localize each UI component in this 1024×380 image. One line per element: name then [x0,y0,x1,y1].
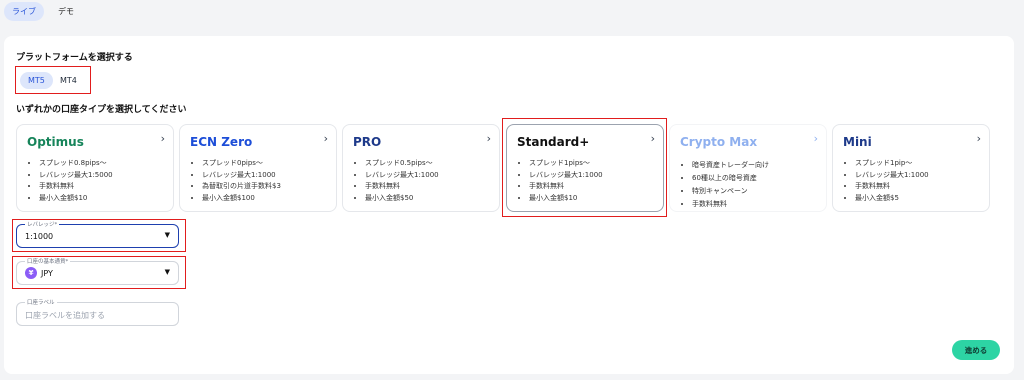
feature-item: 最小入金額$10 [39,193,113,205]
account-card-optimus[interactable]: Optimus › スプレッド0.8pips〜 レバレッジ最大1:5000 手数… [16,124,174,212]
account-label-label: 口座ラベル [25,298,57,306]
platform-mt5[interactable]: MT5 [20,72,53,89]
account-card-mini[interactable]: Mini › スプレッド1pip〜 レバレッジ最大1:1000 手数料無料 最小… [832,124,990,212]
card-title: Mini [843,135,872,149]
card-features: スプレッド0pips〜 レバレッジ最大1:1000 為替取引の片道手数料$3 最… [202,158,281,204]
account-label-placeholder: 口座ラベルを追加する [25,311,105,320]
next-button[interactable]: 進める [952,340,1000,360]
feature-item: 手数料無料 [39,181,113,193]
card-title: ECN Zero [190,135,253,149]
feature-item: 手数料無料 [692,198,769,211]
feature-item: スプレッド1pip〜 [855,158,929,170]
account-form-panel: プラットフォームを選択する MT5 MT4 いずれかの口座タイプを選択してくださ… [4,36,1014,374]
platform-section-title: プラットフォームを選択する [16,53,133,63]
card-title: Crypto Max [680,135,758,149]
platform-mt4[interactable]: MT4 [52,72,85,89]
feature-item: スプレッド0.8pips〜 [39,158,113,170]
feature-item: 60種以上の暗号資産 [692,172,769,185]
leverage-select[interactable]: レバレッジ* 1:1000 ▼ [16,220,179,248]
leverage-label: レバレッジ* [25,220,60,228]
account-mode-tabs: ライブ デモ [4,2,82,21]
tab-demo[interactable]: デモ [50,2,82,21]
feature-item: レバレッジ最大1:1000 [855,170,929,182]
selected-card-highlight [502,118,667,217]
chevron-right-icon: › [486,132,491,145]
feature-item: 最小入金額$50 [365,193,439,205]
feature-item: スプレッド0pips〜 [202,158,281,170]
feature-item: 為替取引の片道手数料$3 [202,181,281,193]
feature-item: レバレッジ最大1:5000 [39,170,113,182]
feature-item: レバレッジ最大1:1000 [365,170,439,182]
card-features: スプレッド0.5pips〜 レバレッジ最大1:1000 手数料無料 最小入金額$… [365,158,439,204]
card-features: スプレッド0.8pips〜 レバレッジ最大1:5000 手数料無料 最小入金額$… [39,158,113,204]
yen-icon: ¥ [25,267,37,279]
tab-live[interactable]: ライブ [4,2,44,21]
feature-item: 最小入金額$100 [202,193,281,205]
chevron-right-icon: › [160,132,165,145]
account-type-section-title: いずれかの口座タイプを選択してください [16,105,187,115]
card-features: 暗号資産トレーダー向け 60種以上の暗号資産 特別キャンペーン 手数料無料 [692,159,769,211]
caret-down-icon: ▼ [164,268,170,276]
account-label-field[interactable]: 口座ラベル 口座ラベルを追加する [16,298,179,326]
currency-value: JPY [41,269,53,278]
caret-down-icon: ▼ [164,231,170,239]
feature-item: 暗号資産トレーダー向け [692,159,769,172]
card-title: PRO [353,135,382,149]
feature-item: 手数料無料 [855,181,929,193]
account-card-crypto-max[interactable]: Crypto Max › 暗号資産トレーダー向け 60種以上の暗号資産 特別キャ… [669,124,827,212]
leverage-value: 1:1000 [25,232,54,241]
currency-select[interactable]: 口座の基本通貨* ¥ JPY ▼ [16,257,179,285]
feature-item: 最小入金額$5 [855,193,929,205]
chevron-right-icon: › [323,132,328,145]
chevron-right-icon: › [976,132,981,145]
account-card-pro[interactable]: PRO › スプレッド0.5pips〜 レバレッジ最大1:1000 手数料無料 … [342,124,500,212]
feature-item: 特別キャンペーン [692,185,769,198]
currency-label: 口座の基本通貨* [25,257,71,265]
card-features: スプレッド1pip〜 レバレッジ最大1:1000 手数料無料 最小入金額$5 [855,158,929,204]
card-title: Optimus [27,135,84,149]
feature-item: スプレッド0.5pips〜 [365,158,439,170]
feature-item: 手数料無料 [365,181,439,193]
account-card-ecn-zero[interactable]: ECN Zero › スプレッド0pips〜 レバレッジ最大1:1000 為替取… [179,124,337,212]
feature-item: レバレッジ最大1:1000 [202,170,281,182]
chevron-right-icon: › [813,132,818,145]
